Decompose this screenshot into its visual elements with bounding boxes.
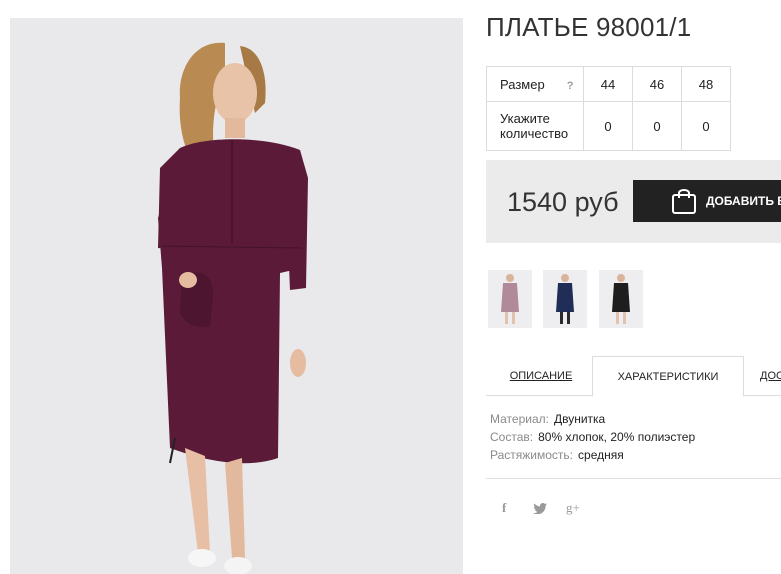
- tab-delivery-label: ДОСТАВКА: [760, 370, 781, 382]
- size-label: Размер: [500, 76, 545, 92]
- thumbnail-2[interactable]: [543, 270, 587, 328]
- spec-value: средняя: [578, 448, 624, 462]
- dress-thumbnail-black-icon: [599, 270, 643, 328]
- tab-description[interactable]: ОПИСАНИЕ: [490, 356, 592, 396]
- add-to-cart-label: ДОБАВИТЬ В КОРЗИНУ: [706, 194, 781, 208]
- divider: [486, 478, 781, 479]
- facebook-icon[interactable]: f: [502, 500, 506, 516]
- size-quantity-table: Размер? 44 46 48 Укажите количество 0 0 …: [486, 66, 731, 151]
- size-label-cell: Размер?: [486, 66, 584, 102]
- quantity-input-44[interactable]: 0: [583, 101, 633, 151]
- tab-characteristics-label: ХАРАКТЕРИСТИКИ: [617, 370, 719, 383]
- spec-row-composition: Состав: 80% хлопок, 20% полиэстер: [490, 428, 695, 446]
- quantity-label: Укажите количество: [486, 101, 584, 151]
- dress-thumbnail-navy-icon: [543, 270, 587, 328]
- quantity-input-46[interactable]: 0: [632, 101, 682, 151]
- tab-description-label: ОПИСАНИЕ: [509, 370, 573, 382]
- characteristics-list: Материал: Двунитка Состав: 80% хлопок, 20%…: [490, 410, 695, 464]
- spec-value: Двунитка: [553, 412, 606, 426]
- spec-row-material: Материал: Двунитка: [490, 410, 695, 428]
- size-44: 44: [583, 66, 633, 102]
- size-help-icon[interactable]: ?: [567, 80, 574, 92]
- googleplus-icon[interactable]: g+: [566, 500, 580, 516]
- spec-key: Растяжимость:: [490, 448, 574, 462]
- size-46: 46: [632, 66, 682, 102]
- thumbnail-1[interactable]: [488, 270, 532, 328]
- tab-characteristics[interactable]: ХАРАКТЕРИСТИКИ: [592, 356, 744, 397]
- tab-delivery[interactable]: ДОСТАВКА: [760, 356, 781, 396]
- shopping-bag-icon: [671, 187, 697, 215]
- product-main-photo[interactable]: [10, 18, 463, 574]
- add-to-cart-button[interactable]: ДОБАВИТЬ В КОРЗИНУ: [633, 180, 781, 222]
- quantity-input-48[interactable]: 0: [681, 101, 731, 151]
- spec-key: Состав:: [490, 430, 534, 444]
- spec-key: Материал:: [490, 412, 549, 426]
- buy-box: 1540 руб ДОБАВИТЬ В КОРЗИНУ: [486, 160, 781, 243]
- spec-row-stretch: Растяжимость: средняя: [490, 446, 695, 464]
- spec-value: 80% хлопок, 20% полиэстер: [538, 430, 696, 444]
- thumbnail-3[interactable]: [599, 270, 643, 328]
- twitter-icon[interactable]: [533, 502, 547, 517]
- dress-thumbnail-mauve-icon: [488, 270, 532, 328]
- product-title: ПЛАТЬЕ 98001/1: [486, 12, 692, 42]
- product-price: 1540 руб: [507, 187, 619, 217]
- size-48: 48: [681, 66, 731, 102]
